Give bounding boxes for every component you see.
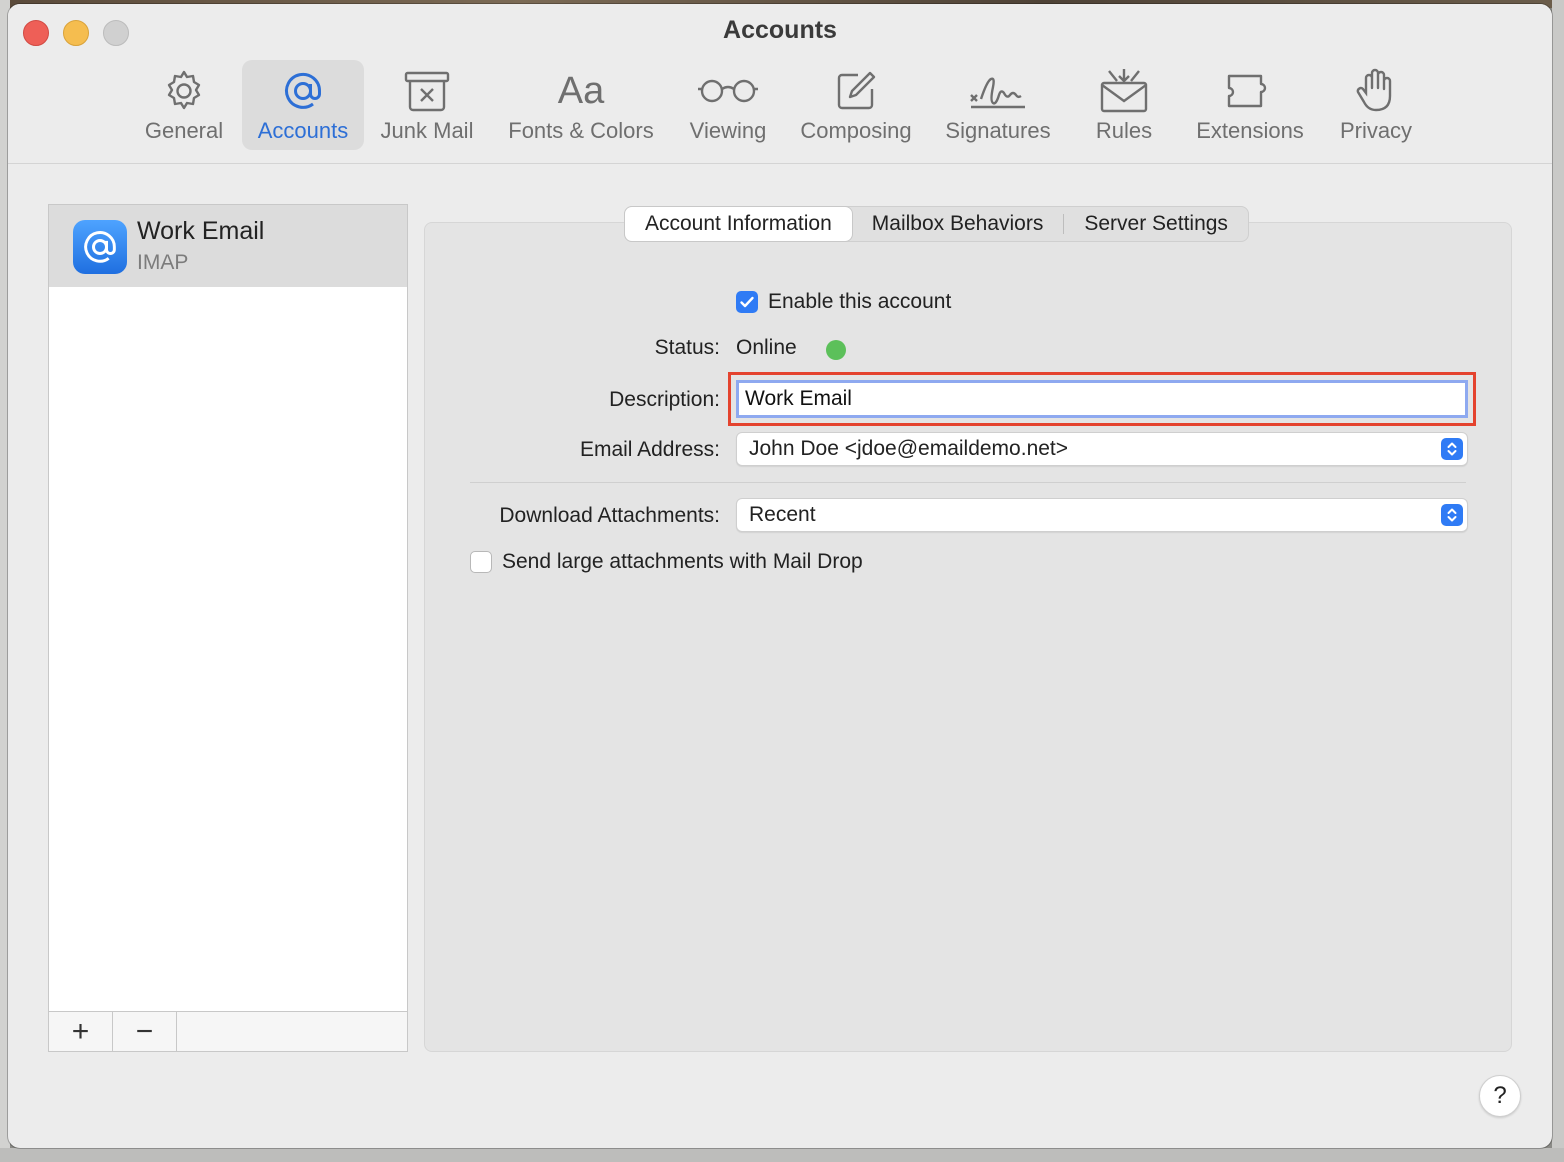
remove-account-button[interactable]: − bbox=[113, 1012, 177, 1052]
tab-mailbox-behaviors[interactable]: Mailbox Behaviors bbox=[852, 207, 1064, 241]
download-attachments-label: Download Attachments: bbox=[499, 504, 720, 527]
status-online-icon bbox=[826, 340, 846, 360]
account-row-work-email[interactable]: Work Email IMAP bbox=[49, 205, 407, 287]
download-attachments-popup[interactable]: Recent bbox=[736, 498, 1468, 532]
toolbar-fonts-colors[interactable]: Aa Fonts & Colors bbox=[498, 60, 664, 150]
accounts-list[interactable]: Work Email IMAP + − bbox=[48, 204, 408, 1052]
rules-icon bbox=[1076, 68, 1172, 114]
toolbar-label: Signatures bbox=[945, 118, 1051, 143]
toolbar-label: General bbox=[144, 118, 224, 143]
download-attachments-value: Recent bbox=[749, 503, 816, 526]
toolbar-label: Accounts bbox=[257, 118, 349, 143]
mail-drop-checkbox[interactable] bbox=[470, 551, 492, 573]
enable-account-label: Enable this account bbox=[768, 290, 952, 313]
hand-icon bbox=[1328, 68, 1424, 114]
toolbar-extensions[interactable]: Extensions bbox=[1188, 60, 1312, 150]
email-address-value: John Doe <jdoe@emaildemo.net> bbox=[749, 437, 1069, 460]
preferences-window: Accounts General Accounts Junk Mail Aa F… bbox=[8, 4, 1552, 1148]
mail-drop-label: Send large attachments with Mail Drop bbox=[502, 550, 863, 573]
toolbar-label: Viewing bbox=[689, 118, 767, 143]
account-type: IMAP bbox=[137, 251, 189, 274]
signature-icon bbox=[936, 68, 1060, 114]
toolbar-viewing[interactable]: Viewing bbox=[680, 60, 776, 150]
toolbar-composing[interactable]: Composing bbox=[792, 60, 920, 150]
gear-icon bbox=[134, 68, 234, 114]
toolbar-label: Composing bbox=[800, 118, 912, 143]
tab-account-information[interactable]: Account Information bbox=[625, 207, 852, 241]
status-value: Online bbox=[736, 336, 797, 359]
puzzle-icon bbox=[1188, 68, 1312, 114]
toolbar-rules[interactable]: Rules bbox=[1076, 60, 1172, 150]
toolbar-label: Fonts & Colors bbox=[508, 118, 654, 143]
account-tabs: Account Information Mailbox Behaviors Se… bbox=[624, 206, 1249, 242]
popup-arrows-icon bbox=[1441, 504, 1463, 526]
toolbar-label: Junk Mail bbox=[380, 118, 474, 143]
enable-account-checkbox[interactable] bbox=[736, 291, 758, 313]
toolbar-junk-mail[interactable]: Junk Mail bbox=[372, 60, 482, 150]
description-field[interactable]: Work Email bbox=[736, 380, 1468, 418]
toolbar-label: Extensions bbox=[1196, 118, 1304, 143]
account-at-icon bbox=[73, 220, 127, 274]
fonts-icon: Aa bbox=[557, 69, 605, 112]
toolbar-label: Rules bbox=[1095, 118, 1153, 143]
toolbar-general[interactable]: General bbox=[134, 60, 234, 150]
background-window-edge-right bbox=[1552, 0, 1564, 1162]
tab-server-settings[interactable]: Server Settings bbox=[1064, 207, 1248, 241]
sidebar-footer: + − bbox=[49, 1011, 407, 1052]
toolbar-accounts[interactable]: Accounts bbox=[242, 60, 364, 150]
junk-bin-icon bbox=[372, 68, 482, 114]
add-account-button[interactable]: + bbox=[49, 1012, 113, 1052]
status-label: Status: bbox=[654, 336, 720, 359]
toolbar-signatures[interactable]: Signatures bbox=[936, 60, 1060, 150]
toolbar-privacy[interactable]: Privacy bbox=[1328, 60, 1424, 150]
section-divider bbox=[470, 482, 1466, 483]
glasses-icon bbox=[680, 68, 776, 114]
help-button[interactable]: ? bbox=[1479, 1075, 1521, 1117]
account-name: Work Email bbox=[137, 217, 265, 245]
email-address-label: Email Address: bbox=[579, 438, 720, 461]
window-title: Accounts bbox=[723, 16, 837, 44]
background-window-edge-bottom bbox=[0, 1148, 1564, 1162]
checkmark-icon bbox=[740, 296, 754, 308]
at-icon bbox=[242, 68, 364, 114]
titlebar: Accounts General Accounts Junk Mail Aa F… bbox=[8, 4, 1552, 164]
description-label: Description: bbox=[609, 388, 720, 411]
email-address-popup[interactable]: John Doe <jdoe@emaildemo.net> bbox=[736, 432, 1468, 466]
toolbar-label: Privacy bbox=[1339, 118, 1413, 143]
popup-arrows-icon bbox=[1441, 438, 1463, 460]
compose-icon bbox=[792, 68, 920, 114]
